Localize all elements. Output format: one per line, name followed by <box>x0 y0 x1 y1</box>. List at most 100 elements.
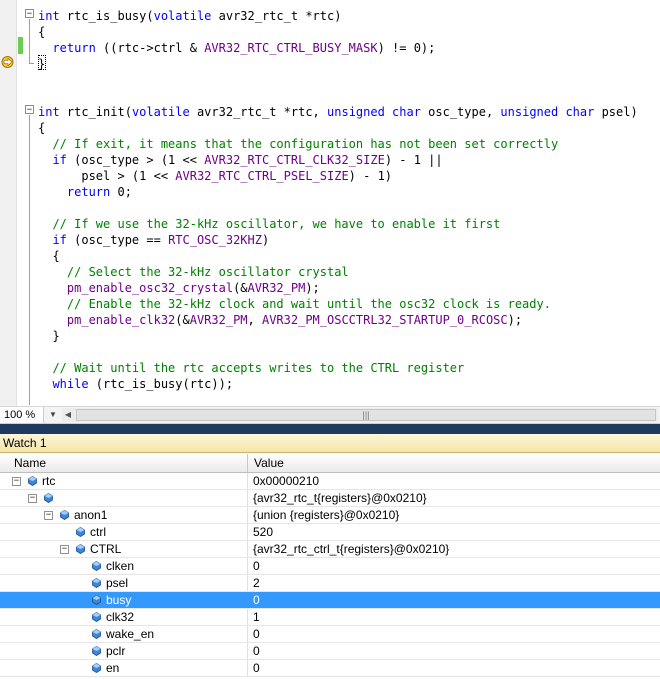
code-token: int <box>38 105 67 119</box>
watch-variable-value[interactable]: {union {registers}@0x0210} <box>248 507 660 523</box>
scrollbar-thumb[interactable]: ||| <box>76 409 656 421</box>
code-line[interactable]: pm_enable_clk32(&AVR32_PM, AVR32_PM_OSCC… <box>38 312 522 328</box>
scroll-left-arrow-icon[interactable]: ◀ <box>62 408 74 422</box>
watch-name-cell: − CTRL <box>8 541 248 557</box>
code-line[interactable]: { <box>38 120 45 136</box>
code-line[interactable]: int rtc_init(volatile avr32_rtc_t *rtc, … <box>38 104 638 120</box>
code-token: ) - 1 || <box>384 153 443 167</box>
watch-variable-value[interactable]: 0x00000210 <box>248 473 660 489</box>
code-line[interactable]: // Select the 32-kHz oscillator crystal <box>38 264 349 280</box>
current-statement-arrow-icon <box>1 56 14 68</box>
tree-collapse-icon[interactable]: − <box>12 477 21 486</box>
watch-row[interactable]: − rtc 0x00000210 <box>0 473 660 490</box>
watch-variable-value[interactable]: 0 <box>248 626 660 642</box>
horizontal-scrollbar[interactable]: ◀ ||| <box>62 408 658 422</box>
watch-variable-value[interactable]: {avr32_rtc_ctrl_t{registers}@0x0210} <box>248 541 660 557</box>
watch-variable-value[interactable]: 520 <box>248 524 660 540</box>
code-token: { <box>38 121 46 135</box>
tree-collapse-icon[interactable]: − <box>44 511 53 520</box>
code-line[interactable]: while (rtc_is_busy(rtc)); <box>38 376 233 392</box>
variable-field-icon <box>92 629 101 639</box>
variable-field-icon <box>60 510 69 520</box>
code-token: if <box>52 153 67 167</box>
zoom-dropdown-icon[interactable]: ▼ <box>46 407 60 423</box>
code-line[interactable]: { <box>38 24 45 40</box>
code-line[interactable]: } <box>38 56 45 72</box>
code-token: { <box>38 249 60 263</box>
variable-field-icon <box>28 476 37 486</box>
watch-name-cell: clk32 <box>8 609 248 625</box>
watch-row[interactable]: pclr 0 <box>0 643 660 660</box>
code-token: AVR32_PM <box>189 313 248 327</box>
watch-row[interactable]: en 0 <box>0 660 660 677</box>
watch-variable-name: anon1 <box>74 508 108 522</box>
fold-guide <box>29 19 30 63</box>
code-token: (osc_type == <box>66 233 169 247</box>
watch-name-cell: en <box>8 660 248 676</box>
code-token: // If we use the 32-kHz oscillator, we h… <box>38 217 501 231</box>
code-token: // If exit, it means that the configurat… <box>38 137 559 151</box>
fold-toggle-icon[interactable]: − <box>25 9 34 19</box>
code-line[interactable]: pm_enable_osc32_crystal(&AVR32_PM); <box>38 280 320 296</box>
code-line[interactable]: return ((rtc->ctrl & AVR32_RTC_CTRL_BUSY… <box>38 40 435 56</box>
code-token: volatile <box>153 9 212 23</box>
code-editor[interactable]: − − int rtc_is_busy(volatile avr32_rtc_t… <box>0 0 660 406</box>
watch-row[interactable]: psel 2 <box>0 575 660 592</box>
watch-variable-value[interactable]: 0 <box>248 643 660 659</box>
watch-variable-value[interactable]: 0 <box>248 660 660 676</box>
watch-variable-value[interactable]: 1 <box>248 609 660 625</box>
column-header-name[interactable]: Name <box>8 454 248 472</box>
code-token: if <box>52 233 67 247</box>
watch-row[interactable]: ctrl 520 <box>0 524 660 541</box>
code-line[interactable]: // Wait until the rtc accepts writes to … <box>38 360 464 376</box>
code-token: avr32_rtc_t *rtc) <box>211 9 342 23</box>
code-token: // Select the 32-kHz oscillator crystal <box>38 265 349 279</box>
code-line[interactable]: if (osc_type > (1 << AVR32_RTC_CTRL_CLK3… <box>38 152 443 168</box>
watch-row[interactable]: − {avr32_rtc_t{registers}@0x0210} <box>0 490 660 507</box>
zoom-level[interactable]: 100 % <box>0 407 44 423</box>
watch-variable-name: wake_en <box>106 627 155 641</box>
code-line[interactable]: { <box>38 248 60 264</box>
watch-variable-name: psel <box>106 576 129 590</box>
watch-row[interactable]: clk32 1 <box>0 609 660 626</box>
watch-row[interactable]: busy 0 <box>0 592 660 609</box>
code-token: avr32_rtc_t *rtc, <box>189 105 328 119</box>
code-token: psel) <box>594 105 638 119</box>
code-line[interactable]: // If we use the 32-kHz oscillator, we h… <box>38 216 500 232</box>
watch-variable-value[interactable]: 2 <box>248 575 660 591</box>
code-token: (osc_type > (1 << <box>66 153 205 167</box>
code-line[interactable]: return 0; <box>38 184 132 200</box>
watch-variable-name: ctrl <box>90 525 106 539</box>
tree-collapse-icon[interactable]: − <box>60 545 69 554</box>
column-header-value[interactable]: Value <box>248 454 660 472</box>
watch-variable-name: busy <box>106 593 132 607</box>
watch-variable-value[interactable]: 0 <box>248 558 660 574</box>
code-line[interactable]: } <box>38 328 59 344</box>
code-token: RTC_OSC_32KHZ <box>168 233 262 247</box>
fold-toggle-icon[interactable]: − <box>25 105 34 115</box>
code-line[interactable]: psel > (1 << AVR32_RTC_CTRL_PSEL_SIZE) -… <box>38 168 392 184</box>
tree-collapse-icon[interactable]: − <box>28 494 37 503</box>
code-token: unsigned char <box>500 105 595 119</box>
code-token: (& <box>175 313 190 327</box>
watch-variable-value[interactable]: 0 <box>248 592 660 608</box>
code-line[interactable]: int rtc_is_busy(volatile avr32_rtc_t *rt… <box>38 8 341 24</box>
change-indicator-bar <box>18 37 23 54</box>
watch-row[interactable]: wake_en 0 <box>0 626 660 643</box>
watch-row[interactable]: clken 0 <box>0 558 660 575</box>
fold-guide-end <box>29 63 34 64</box>
watch-variable-name: en <box>106 661 120 675</box>
watch-variable-value[interactable]: {avr32_rtc_t{registers}@0x0210} <box>248 490 660 506</box>
code-token: unsigned char <box>327 105 421 119</box>
code-token: ) <box>261 233 270 247</box>
code-line[interactable]: // If exit, it means that the configurat… <box>38 136 558 152</box>
panel-splitter[interactable] <box>0 424 660 434</box>
code-line[interactable]: if (osc_type == RTC_OSC_32KHZ) <box>38 232 269 248</box>
code-token: AVR32_RTC_CTRL_PSEL_SIZE <box>175 169 349 183</box>
code-line[interactable]: // Enable the 32-kHz clock and wait unti… <box>38 296 551 312</box>
watch-row[interactable]: − CTRL {avr32_rtc_ctrl_t{registers}@0x0210… <box>0 541 660 558</box>
watch-row[interactable]: − anon1 {union {registers}@0x0210} <box>0 507 660 524</box>
